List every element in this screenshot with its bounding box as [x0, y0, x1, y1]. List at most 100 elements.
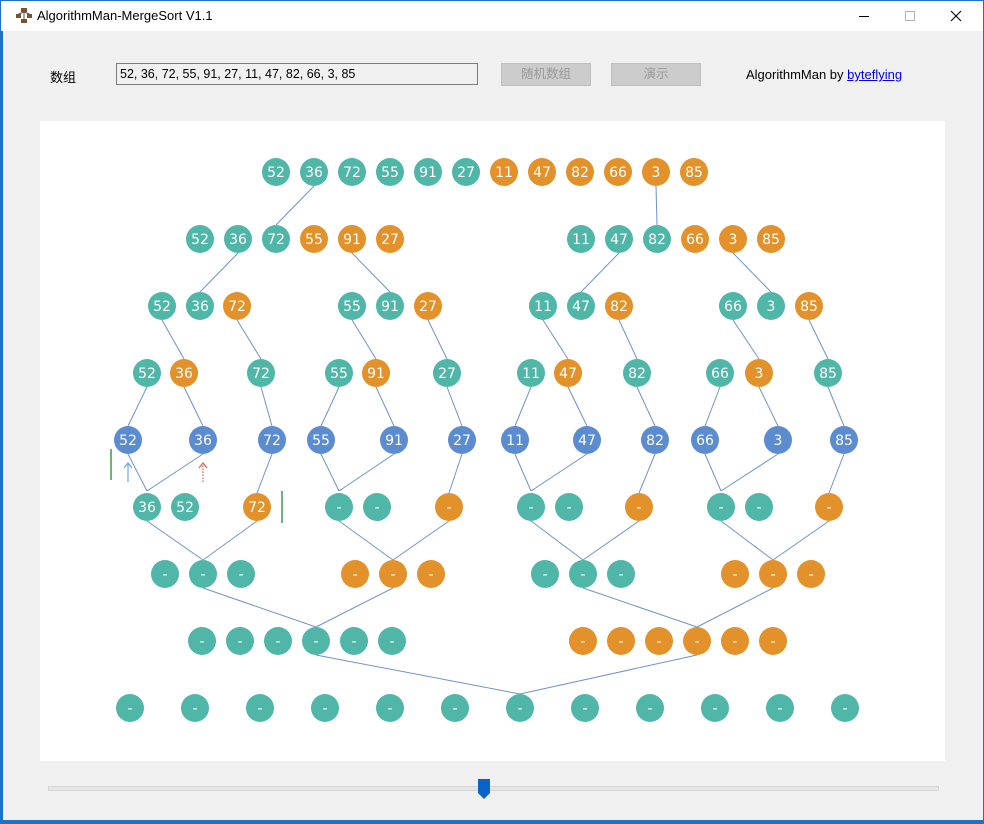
tree-node: - [264, 627, 292, 655]
tree-edge [530, 520, 584, 561]
tree-node: 66 [604, 158, 632, 186]
tree-edge [772, 520, 830, 561]
tree-node-value: 27 [438, 366, 456, 382]
tree-node: 91 [380, 426, 408, 454]
app-icon [16, 8, 32, 23]
tree-edge [827, 386, 845, 427]
tree-node-value: - [712, 701, 717, 717]
tree-node-value: 36 [229, 232, 247, 248]
tree-node: - [555, 493, 583, 521]
tree-node-value: - [517, 701, 522, 717]
tree-node: 52 [114, 426, 142, 454]
close-button[interactable] [933, 1, 979, 31]
tree-node: - [311, 694, 339, 722]
tree-node: 85 [680, 158, 708, 186]
credit-text: AlgorithmMan by byteflying [746, 67, 902, 82]
tree-node-value: - [127, 701, 132, 717]
tree-node: 72 [262, 225, 290, 253]
tree-node-value: 85 [835, 433, 853, 449]
tree-node: 55 [325, 359, 353, 387]
tree-edge [338, 453, 395, 492]
tree-node: 47 [554, 359, 582, 387]
tree-edge [351, 252, 391, 293]
tree-node-value: - [808, 567, 813, 583]
tree-node: - [363, 493, 391, 521]
author-link[interactable]: byteflying [847, 67, 902, 82]
minimize-button[interactable] [841, 1, 887, 31]
tree-node-value: 72 [343, 165, 361, 181]
tree-edge [199, 252, 239, 293]
tree-node-value: - [582, 701, 587, 717]
tree-edge [514, 453, 532, 492]
tree-node: - [569, 627, 597, 655]
tree-node-value: 85 [762, 232, 780, 248]
title-bar[interactable]: AlgorithmMan-MergeSort V1.1 [1, 1, 983, 31]
maximize-button[interactable] [887, 1, 933, 31]
tree-node-value: - [732, 634, 737, 650]
tree-node-value: 66 [686, 232, 704, 248]
tree-node: - [188, 627, 216, 655]
tree-node-value: 85 [800, 299, 818, 315]
array-input[interactable] [116, 63, 478, 85]
tree-edge [320, 386, 340, 427]
tree-node-value: 72 [263, 433, 281, 449]
tree-node: - [607, 627, 635, 655]
tree-node-value: 72 [267, 232, 285, 248]
tree-node-value: - [777, 701, 782, 717]
demo-button[interactable]: 演示 [611, 63, 701, 86]
tree-node: 36 [189, 426, 217, 454]
tree-edge [580, 252, 620, 293]
tree-node-value: 85 [819, 366, 837, 382]
tree-node-value: 27 [419, 299, 437, 315]
tree-node-value: 36 [194, 433, 212, 449]
tree-node-value: 52 [138, 366, 156, 382]
tree-node-value: 11 [495, 165, 513, 181]
tree-node-value: 82 [646, 433, 664, 449]
tree-node: 3 [719, 225, 747, 253]
tree-node: 27 [376, 225, 404, 253]
tree-node: 27 [448, 426, 476, 454]
tree-node-value: 47 [559, 366, 577, 382]
tree-node: - [189, 560, 217, 588]
tree-node-value: - [351, 634, 356, 650]
tree-edge [183, 386, 204, 427]
tree-node-value: 27 [453, 433, 471, 449]
tree-edge [808, 319, 829, 360]
tree-node: 72 [243, 493, 271, 521]
tree-node-value: 3 [729, 232, 738, 248]
tree-node: 66 [681, 225, 709, 253]
window-bottom-edge [0, 820, 984, 824]
tree-node: 82 [566, 158, 594, 186]
tree-node-value: 55 [381, 165, 399, 181]
tree-node: - [721, 627, 749, 655]
tree-node: 82 [641, 426, 669, 454]
tree-edge [696, 587, 774, 628]
random-array-button[interactable]: 随机数组 [501, 63, 591, 86]
tree-node-value: - [756, 500, 761, 516]
tree-node: - [571, 694, 599, 722]
tree-node-value: 36 [305, 165, 323, 181]
tree-node: - [435, 493, 463, 521]
tree-edge [260, 386, 273, 427]
tree-node: 36 [170, 359, 198, 387]
tree-node-value: 91 [385, 433, 403, 449]
tree-edge [161, 319, 185, 360]
tree-edge [315, 654, 521, 695]
minimize-icon [859, 16, 869, 17]
tree-edge [704, 453, 722, 492]
slider-thumb[interactable] [477, 779, 490, 799]
tree-node: - [340, 627, 368, 655]
tree-node: - [831, 694, 859, 722]
tree-edge [720, 453, 779, 492]
tree-node-value: 72 [248, 500, 266, 516]
tree-node-value: 55 [312, 433, 330, 449]
tree-edge [392, 520, 450, 561]
tree-edge [582, 520, 640, 561]
tree-node-value: 66 [724, 299, 742, 315]
tree-node: - [181, 694, 209, 722]
progress-slider[interactable] [48, 786, 939, 791]
tree-node-value: 27 [457, 165, 475, 181]
close-icon [950, 10, 962, 22]
tree-node-value: - [199, 634, 204, 650]
tree-node: - [625, 493, 653, 521]
